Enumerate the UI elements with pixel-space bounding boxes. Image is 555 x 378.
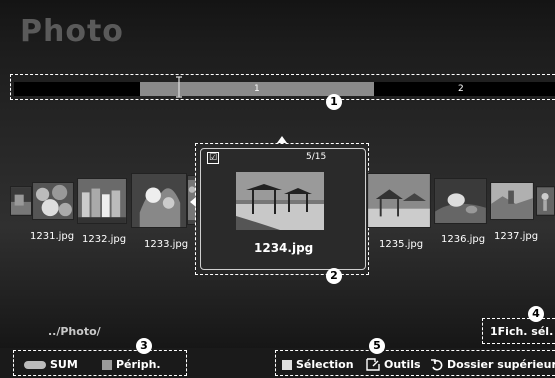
up-arrow-icon[interactable] [277,136,287,143]
photo-thumbnail-partial[interactable] [10,186,32,216]
photo-name: 1236.jpg [441,234,486,245]
photo-thumbnail-1232[interactable] [77,178,127,224]
checkbox-icon[interactable]: ☑ [207,152,219,164]
callout-3: 3 [136,338,152,354]
tools-button[interactable]: Outils [366,358,421,371]
photo-thumbnail-partial[interactable] [536,186,555,216]
remote-icon [24,360,46,369]
periph-label: Périph. [116,358,161,371]
callout-1: 1 [326,94,342,110]
tools-icon [366,358,380,371]
photo-thumbnail-1233[interactable] [131,173,187,228]
focused-photo-name: 1234.jpg [254,241,314,255]
photo-count: 5/15 [306,152,327,162]
return-icon [431,358,443,371]
photo-name: 1231.jpg [30,231,75,242]
sum-button[interactable]: SUM [24,358,78,371]
photo-name: 1233.jpg [144,239,189,250]
photo-name: 1237.jpg [494,231,539,242]
photo-thumbnail-1231[interactable] [32,182,74,220]
selected-file-count: 1Fich. sél. [490,325,554,338]
parent-folder-label: Dossier supérieur [447,358,555,371]
text-cursor-icon [176,76,182,98]
callout-5: 5 [369,338,385,354]
photo-thumbnail-1236[interactable] [434,178,487,224]
callout-4: 4 [528,306,544,322]
photo-name: 1235.jpg [379,239,424,250]
tools-label: Outils [384,358,421,371]
photo-name: 1232.jpg [82,234,127,245]
timeline-callout-frame [10,74,555,100]
white-square-icon [282,359,292,370]
photo-thumbnail-1237[interactable] [490,182,534,220]
selection-label: Sélection [296,358,354,371]
left-arrow-icon[interactable] [190,197,196,207]
grey-square-icon [102,359,112,370]
photo-thumbnail-1235[interactable] [367,173,431,228]
parent-folder-button[interactable]: Dossier supérieur [431,358,555,371]
selection-button[interactable]: Sélection [282,358,354,371]
sum-label: SUM [50,358,78,371]
photo-browser: Photo 1 2 1 1231.jpg 1232.jpg 1233.jpg ☑… [0,0,555,378]
periph-button[interactable]: Périph. [102,358,161,371]
folder-path: ../Photo/ [48,325,101,338]
callout-2: 2 [326,268,342,284]
photo-thumbnail-1234[interactable] [236,172,324,230]
page-title: Photo [20,14,124,49]
